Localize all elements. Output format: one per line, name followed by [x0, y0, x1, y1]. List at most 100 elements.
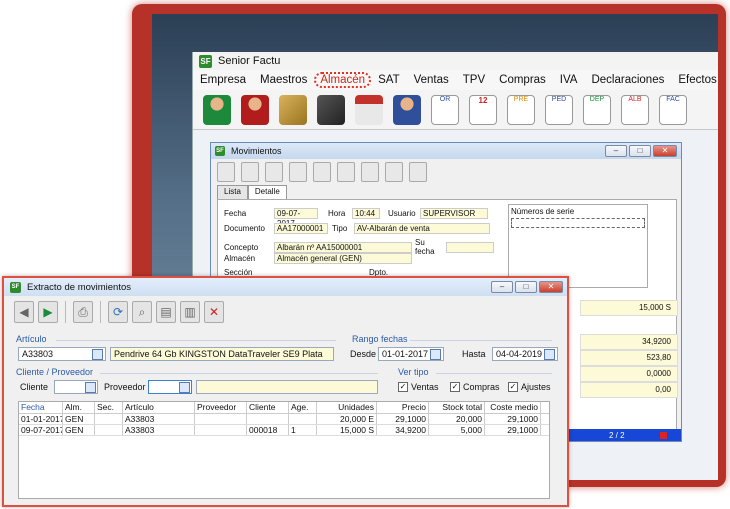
menu-almacen[interactable]: Almacén	[314, 72, 372, 88]
copy-document-icon[interactable]: ▥	[180, 301, 200, 323]
menu-sat[interactable]: SAT	[371, 74, 407, 86]
vertipo-section-label: Ver tipo	[398, 367, 429, 377]
table-row[interactable]: 01-01-2017 GEN A33803 20,000 E 29,1000 2…	[19, 414, 549, 425]
ventas-check-icon[interactable]: ✓	[398, 382, 408, 392]
order-doc-icon[interactable]: OR	[431, 94, 459, 125]
rango-divider	[410, 340, 552, 341]
hasta-calendar-icon[interactable]	[544, 349, 555, 360]
concepto-field[interactable]: Albarán nº AA15000001	[274, 241, 412, 253]
refresh-icon[interactable]: ⟳	[108, 301, 128, 323]
col-stock-total[interactable]: Stock total	[429, 402, 485, 413]
menu-efectos[interactable]: Efectos	[671, 74, 718, 86]
print-icon[interactable]: ⎙	[73, 301, 93, 323]
export-icon[interactable]	[289, 162, 307, 182]
col-alm[interactable]: Alm.	[63, 402, 95, 413]
customer-icon[interactable]	[203, 94, 231, 125]
desde-calendar-icon[interactable]	[430, 349, 441, 360]
delete-document-icon[interactable]: ✕	[204, 301, 224, 323]
compras-check-icon[interactable]: ✓	[450, 382, 460, 392]
col-proveedor[interactable]: Proveedor	[195, 402, 247, 413]
close-button[interactable]: ✕	[653, 145, 677, 157]
cell-fecha: 01-01-2017	[21, 414, 63, 424]
courier-icon[interactable]	[393, 94, 421, 125]
shop-icon[interactable]	[355, 94, 383, 125]
delete-icon[interactable]	[409, 162, 427, 182]
extracto-maximize-button[interactable]: □	[515, 281, 537, 293]
maximize-button[interactable]: □	[629, 145, 651, 157]
calendar-icon[interactable]: 12	[469, 94, 497, 125]
sufecha-field[interactable]	[446, 241, 494, 253]
alb-label: ALB	[628, 95, 642, 103]
supplier-icon[interactable]	[241, 94, 269, 125]
or-label: OR	[439, 95, 451, 103]
ajustes-label: Ajustes	[521, 382, 551, 392]
tab-lista[interactable]: Lista	[217, 185, 248, 199]
menu-compras[interactable]: Compras	[492, 74, 553, 86]
search-icon[interactable]	[313, 162, 331, 182]
back-icon[interactable]	[217, 162, 235, 182]
forward-icon[interactable]	[241, 162, 259, 182]
extracto-minimize-button[interactable]: –	[491, 281, 513, 293]
magnifier-icon[interactable]: ⌕	[132, 301, 152, 323]
numeros-serie-list[interactable]	[511, 218, 645, 228]
cell-alm: GEN	[63, 414, 95, 424]
boxes-icon[interactable]	[279, 94, 307, 125]
calendar-label: 12	[478, 95, 488, 105]
col-fecha[interactable]: Fecha	[19, 402, 63, 413]
lookup-icon[interactable]	[92, 349, 103, 360]
ped-doc-icon[interactable]: PED	[545, 94, 573, 125]
tipo-field[interactable]: AV-Albarán de venta	[354, 223, 490, 234]
ajustes-checkbox[interactable]: ✓ Ajustes	[508, 382, 551, 392]
cell-proveedor	[195, 414, 247, 424]
almacen-field[interactable]: Almacén general (GEN)	[274, 253, 412, 264]
ajustes-check-icon[interactable]: ✓	[508, 382, 518, 392]
fecha-field[interactable]: 09-07-2017	[274, 208, 318, 228]
menu-iva[interactable]: IVA	[553, 74, 585, 86]
cell-precio: 29,1000	[377, 414, 429, 424]
documento-field[interactable]: AA17000001	[274, 223, 328, 234]
ventas-checkbox[interactable]: ✓ Ventas	[398, 382, 439, 392]
table-row[interactable]: 09-07-2017 GEN A33803 000018 1 15,000 S …	[19, 425, 549, 436]
print-icon[interactable]	[265, 162, 283, 182]
col-articulo[interactable]: Artículo	[123, 402, 195, 413]
col-cliente[interactable]: Cliente	[247, 402, 289, 413]
menu-tpv[interactable]: TPV	[456, 74, 492, 86]
col-sec[interactable]: Sec.	[95, 402, 123, 413]
col-coste-medio[interactable]: Coste medio	[485, 402, 541, 413]
pre-doc-icon[interactable]: PRE	[507, 94, 535, 125]
sufecha-label: Su fecha	[415, 238, 435, 256]
forward-arrow-icon[interactable]: ▶	[38, 301, 58, 323]
ventas-label: Ventas	[411, 382, 439, 392]
app-title: Senior Factu	[218, 55, 281, 67]
tab-detalle[interactable]: Detalle	[247, 185, 287, 199]
col-unidades[interactable]: Unidades	[317, 402, 377, 413]
extracto-close-button[interactable]: ✕	[539, 281, 563, 293]
menu-declaraciones[interactable]: Declaraciones	[584, 74, 671, 86]
stop-icon[interactable]	[660, 431, 667, 439]
app-logo-icon: SF	[199, 54, 212, 68]
back-arrow-icon[interactable]: ◀	[14, 301, 34, 323]
page-indicator: 2 / 2	[609, 430, 625, 440]
compras-checkbox[interactable]: ✓ Compras	[450, 382, 500, 392]
hand-truck-icon[interactable]	[317, 94, 345, 125]
usuario-field[interactable]: SUPERVISOR	[420, 208, 488, 219]
copy-icon[interactable]	[337, 162, 355, 182]
fac-doc-icon[interactable]: FAC	[659, 94, 687, 125]
minimize-button[interactable]: –	[605, 145, 627, 157]
cell-coste-medio: 29,1000	[485, 414, 541, 424]
col-precio[interactable]: Precio	[377, 402, 429, 413]
alb-doc-icon[interactable]: ALB	[621, 94, 649, 125]
menu-maestros[interactable]: Maestros	[253, 74, 314, 86]
hora-field[interactable]: 10:44	[352, 208, 380, 219]
settings-icon[interactable]	[385, 162, 403, 182]
proveedor-lookup-icon[interactable]	[179, 382, 190, 393]
dep-label: DEP	[589, 95, 605, 103]
cell-fecha: 09-07-2017	[21, 425, 63, 435]
paste-icon[interactable]	[361, 162, 379, 182]
document-icon[interactable]: ▤	[156, 301, 176, 323]
dep-doc-icon[interactable]: DEP	[583, 94, 611, 125]
menu-ventas[interactable]: Ventas	[407, 74, 456, 86]
menu-empresa[interactable]: Empresa	[193, 74, 253, 86]
col-age[interactable]: Age.	[289, 402, 317, 413]
cliente-lookup-icon[interactable]	[85, 382, 96, 393]
